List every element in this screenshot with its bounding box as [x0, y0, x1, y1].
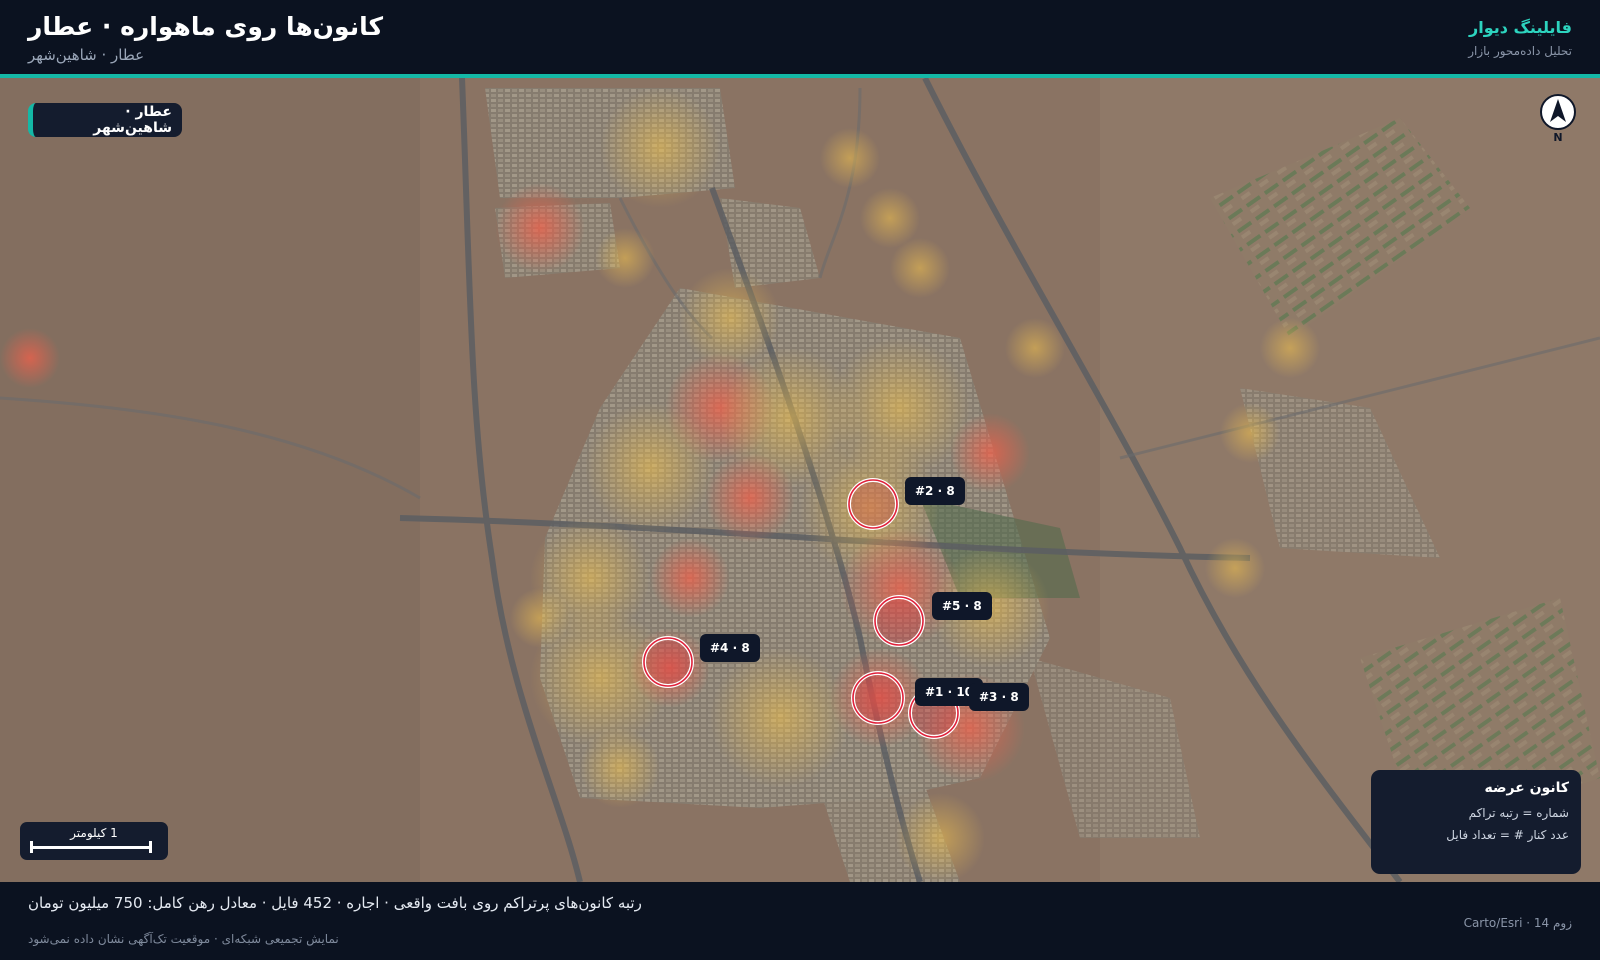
- map-base-layer: [0, 78, 1600, 882]
- legend-line-count: عدد کنار # = تعداد فایل: [1446, 828, 1569, 842]
- compass-letter: N: [1553, 131, 1562, 144]
- header: کانون‌ها روی ماهواره · عطار عطار · شاهین…: [0, 0, 1600, 76]
- footer-note: نمایش تجمیعی شبکه‌ای · موقعیت تک‌آگهی نش…: [28, 932, 339, 946]
- scale-bar-line: [30, 841, 152, 853]
- map-legend: کانون عرضه شماره = رتبه تراکم عدد کنار #…: [1371, 770, 1581, 874]
- brand-tagline: تحلیل داده‌محور بازار: [1468, 44, 1572, 58]
- page-subtitle: عطار · شاهین‌شهر: [28, 46, 145, 64]
- hotspot-label-2[interactable]: #2 · 8: [905, 477, 965, 505]
- footer-summary: رتبه کانون‌های پرتراکم روی بافت واقعی · …: [28, 894, 642, 912]
- legend-line-rank: شماره = رتبه تراکم: [1468, 806, 1569, 820]
- scale-bar: 1 کیلومتر: [20, 822, 168, 860]
- brand-name: فایلینگ دیوار: [1469, 18, 1572, 37]
- map-attribution: Carto/Esri · زوم 14: [1463, 916, 1572, 930]
- hotspot-label-4[interactable]: #4 · 8: [700, 634, 760, 662]
- legend-title: کانون عرضه: [1484, 780, 1569, 796]
- region-badge: عطار · شاهین‌شهر: [28, 103, 182, 137]
- footer: رتبه کانون‌های پرتراکم روی بافت واقعی · …: [0, 882, 1600, 960]
- page-title: کانون‌ها روی ماهواره · عطار: [28, 12, 384, 41]
- scale-label: 1 کیلومتر: [70, 826, 118, 840]
- hotspot-label-5[interactable]: #5 · 8: [932, 592, 992, 620]
- hotspot-label-3[interactable]: #3 · 8: [969, 683, 1029, 711]
- satellite-map[interactable]: عطار · شاهین‌شهر N #1 · 10 #2 · 8 #3 · 8…: [0, 78, 1600, 882]
- north-arrow-icon: N: [1540, 94, 1576, 144]
